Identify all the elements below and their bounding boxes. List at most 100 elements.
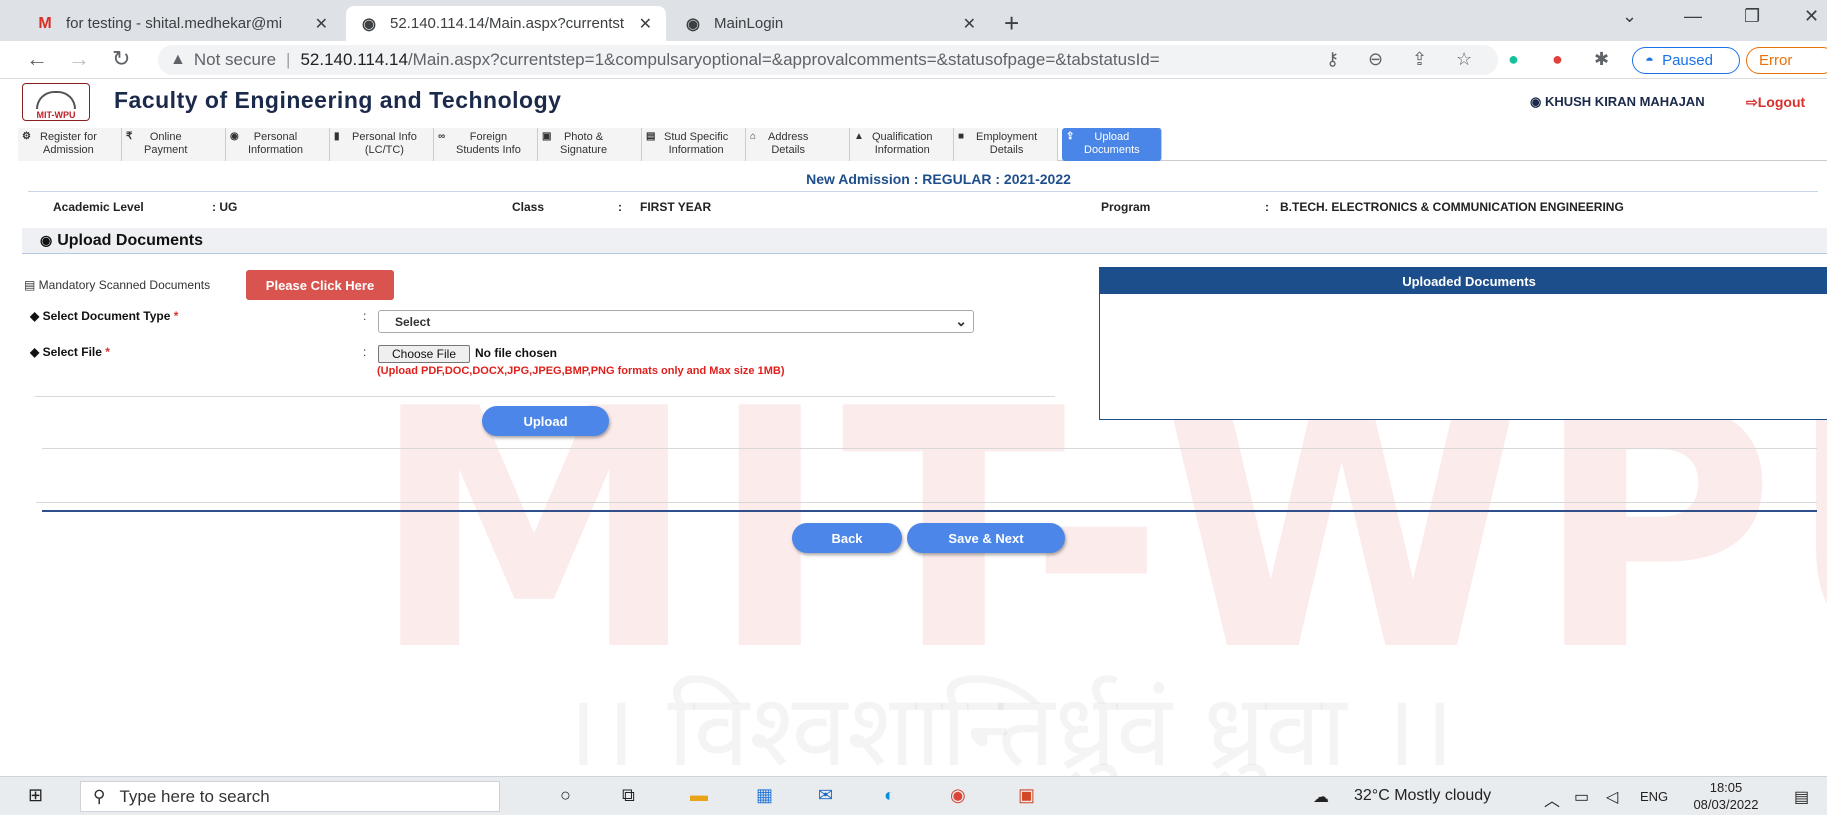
upload-documents-header: ◉ Upload Documents xyxy=(22,228,1827,254)
chrome-icon[interactable]: ◉ xyxy=(950,785,966,806)
taskbar-search-input[interactable]: ⚲ Type here to search xyxy=(80,781,500,812)
step-label: Details xyxy=(989,144,1024,156)
step-label: Students Info xyxy=(456,144,521,156)
back-button[interactable]: Back xyxy=(792,523,902,553)
tab-register-admission[interactable]: ⚙ Register for Admission xyxy=(18,128,122,161)
select-value: Select xyxy=(395,314,431,329)
please-click-here-button[interactable]: Please Click Here xyxy=(246,270,394,300)
weather-text[interactable]: 32°C Mostly cloudy xyxy=(1354,787,1491,805)
choose-file-button[interactable]: Choose File xyxy=(378,345,470,363)
select-file-label-text: Select File xyxy=(42,345,102,359)
program-value: B.TECH. ELECTRONICS & COMMUNICATION ENGI… xyxy=(1280,200,1624,214)
divider xyxy=(36,502,1817,503)
save-next-button[interactable]: Save & Next xyxy=(907,523,1065,553)
mandatory-documents-label: ▤ Mandatory Scanned Documents xyxy=(24,278,210,292)
field-colon: : xyxy=(363,345,367,359)
share-icon[interactable]: ⇪ xyxy=(1412,49,1427,70)
step-label: Employment xyxy=(976,131,1038,143)
weather-icon[interactable]: ☁ xyxy=(1313,787,1329,807)
section-title: Upload Documents xyxy=(57,231,204,249)
browser-tab-main[interactable]: ◉ 52.140.114.14/Main.aspx?currentst ✕ xyxy=(346,6,666,41)
class-sep: : xyxy=(618,200,622,214)
minimize-icon[interactable]: — xyxy=(1684,6,1702,27)
taskbar-clock[interactable]: 18:05 08/03/2022 xyxy=(1686,779,1766,813)
store-icon[interactable]: ▦ xyxy=(756,785,773,806)
error-button[interactable]: Error xyxy=(1746,47,1827,74)
required-mark: * xyxy=(173,309,179,323)
tray-chevron-icon[interactable]: ︿ xyxy=(1544,787,1560,811)
required-mark: * xyxy=(105,345,110,359)
close-icon[interactable]: ✕ xyxy=(639,14,652,34)
tab-foreign-students-info[interactable]: ∞ Foreign Students Info xyxy=(434,128,538,161)
tab-address-details[interactable]: ⌂ Address Details xyxy=(746,128,850,161)
clock-date: 08/03/2022 xyxy=(1693,797,1759,812)
mail-icon[interactable]: ✉ xyxy=(818,785,833,806)
task-view-icon[interactable]: ⧉ xyxy=(622,785,635,806)
browser-tab-strip: M for testing - shital.medhekar@mi ✕ ◉ 5… xyxy=(0,0,1827,41)
tab-stud-specific-information[interactable]: ▤ Stud Specific Information xyxy=(642,128,746,161)
step-label: Signature xyxy=(560,144,608,156)
tab-photo-signature[interactable]: ▣ Photo & Signature xyxy=(538,128,642,161)
tab-personal-information[interactable]: ◉ Personal Information xyxy=(226,128,330,161)
browser-tab-gmail[interactable]: M for testing - shital.medhekar@mi ✕ xyxy=(22,6,342,41)
id-card-icon: ▤ xyxy=(646,131,656,142)
document-type-select[interactable]: Select ⌄ xyxy=(378,310,974,333)
tab-title: for testing - shital.medhekar@mi xyxy=(66,15,283,32)
volume-icon[interactable]: ◁ xyxy=(1606,787,1618,807)
bookmark-icon: ▮ xyxy=(334,131,340,142)
browser-tab-mainlogin[interactable]: ◉ MainLogin ✕ xyxy=(670,6,990,41)
divider: | xyxy=(286,50,291,69)
back-arrow-icon[interactable]: ← xyxy=(26,46,48,72)
reload-icon[interactable]: ↻ xyxy=(112,46,130,72)
field-colon: : xyxy=(363,309,367,323)
profile-paused-button[interactable]: ◓ Paused xyxy=(1632,47,1740,74)
tab-online-payment[interactable]: ₹ Online Payment xyxy=(122,128,226,161)
grammarly-icon[interactable]: ● xyxy=(1508,49,1519,70)
forward-arrow-icon[interactable]: → xyxy=(68,46,90,72)
windows-start-icon[interactable]: ⊞ xyxy=(28,785,43,806)
step-label: Stud Specific xyxy=(664,131,729,143)
upload-button[interactable]: Upload xyxy=(482,406,609,436)
address-bar[interactable]: ▲ Not secure | 52.140.114.14 /Main.aspx?… xyxy=(158,45,1498,75)
cortana-icon[interactable]: ○ xyxy=(560,785,571,806)
star-icon[interactable]: ☆ xyxy=(1456,49,1472,70)
logout-label: Logout xyxy=(1757,94,1806,110)
step-label: Information xyxy=(248,144,304,156)
eye-icon: ◆ xyxy=(30,309,43,323)
powerpoint-icon[interactable]: ▣ xyxy=(1018,785,1035,806)
security-label: Not secure xyxy=(193,50,277,69)
tab-personal-info-lctc[interactable]: ▮ Personal Info (LC/TC) xyxy=(330,128,434,161)
network-icon[interactable]: ▭ xyxy=(1574,787,1589,807)
new-tab-button[interactable]: + xyxy=(1004,8,1019,39)
university-logo: MIT-WPU xyxy=(22,83,90,121)
photo-icon: ▣ xyxy=(542,131,552,142)
divider xyxy=(42,510,1817,512)
close-icon[interactable]: ✕ xyxy=(963,14,976,34)
program-label: Program xyxy=(1101,200,1151,214)
step-tabs: ⚙ Register for Admission ₹ Online Payment … xyxy=(18,128,1827,161)
notifications-icon[interactable]: ▤ xyxy=(1794,787,1809,807)
chevron-down-icon: ⌄ xyxy=(955,313,967,329)
edge-icon[interactable]: ◐ xyxy=(884,785,895,806)
class-value: FIRST YEAR xyxy=(640,200,712,214)
key-icon[interactable]: ⚷ xyxy=(1326,49,1339,70)
eye-icon: ◆ xyxy=(30,345,43,359)
language-indicator[interactable]: ENG xyxy=(1640,789,1668,804)
browser-toolbar: ← → ↻ ▲ Not secure | 52.140.114.14 /Main… xyxy=(0,41,1827,79)
logout-link[interactable]: ⇨Logout xyxy=(1746,94,1805,111)
extensions-icon[interactable]: ✱ xyxy=(1594,49,1609,70)
tab-upload-documents[interactable]: ⇪ Upload Documents xyxy=(1062,128,1162,161)
tab-qualification-information[interactable]: ▲ Qualification Information xyxy=(850,128,954,161)
zoom-icon[interactable]: ⊖ xyxy=(1368,49,1383,70)
file-explorer-icon[interactable]: ▬ xyxy=(690,785,708,806)
tab-employment-details[interactable]: ■ Employment Details xyxy=(954,128,1058,161)
close-icon[interactable]: ✕ xyxy=(315,14,328,34)
error-label: Error xyxy=(1759,52,1793,69)
restore-icon[interactable]: ❐ xyxy=(1744,6,1760,27)
step-label: Information xyxy=(874,144,930,156)
window-close-icon[interactable]: ✕ xyxy=(1804,6,1819,27)
adblock-icon[interactable]: ● xyxy=(1552,49,1563,70)
step-label: (LC/TC) xyxy=(364,144,404,156)
tab-search-icon[interactable]: ⌄ xyxy=(1622,6,1637,27)
step-label: Information xyxy=(668,144,724,156)
